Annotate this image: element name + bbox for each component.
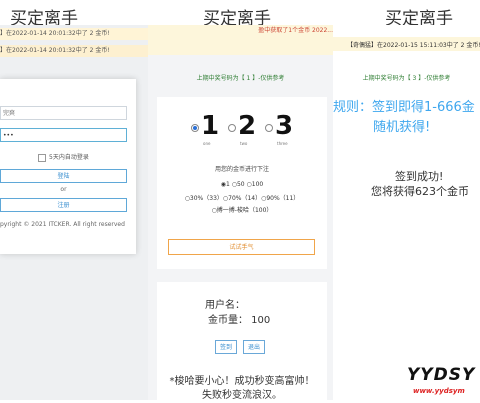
last-draw-info: 上期中奖号码为【 1 】-仅供参考	[196, 75, 285, 82]
remember-me-label: 5天内自动登录	[49, 154, 89, 161]
password-input[interactable]: •••	[0, 128, 127, 142]
all-in-option[interactable]: ○搏一搏-梭哈（100）	[157, 205, 327, 214]
radio-selected-icon[interactable]	[191, 124, 199, 132]
watermark: YYDSY www.yydsym	[405, 365, 480, 400]
login-screenshot: 】在2022-01-14 20:01:32中了 2 金币! 】在2022-01-…	[0, 25, 148, 400]
username-label: 用户名：	[205, 300, 245, 311]
warning-line: 失败秒变流浪汉。	[202, 390, 282, 401]
watermark-url: www.yydsym	[413, 387, 465, 395]
number-caption: one	[203, 141, 211, 146]
number-option-1[interactable]: 1 one	[191, 111, 227, 151]
number-digit: 3	[275, 111, 294, 141]
last-draw-info: 上期中奖号码为【 3 】-仅供参考	[362, 75, 451, 82]
warning-text: *梭哈要小心！成功秒变高富帅！ 失败秒变流浪汉。	[157, 375, 327, 403]
logout-button[interactable]: 退出	[243, 340, 265, 354]
bet-card: 1 one 2 two 3 three 用您的金币进行下注 ◉1 ○50 ○10…	[157, 97, 327, 269]
radio-icon[interactable]	[228, 124, 236, 132]
check-in-button[interactable]: 签到	[215, 340, 237, 354]
winner-notice: 】在2022-01-14 20:01:32中了 2 金币!	[0, 45, 148, 57]
winner-notice: 【奇偶猛】在2022-01-15 15:11:03中了 2 金币!	[347, 42, 480, 49]
radio-icon[interactable]	[265, 124, 273, 132]
betting-screenshot: 盈中获取了1个金币 2022... 上期中奖号码为【 1 】-仅供参考 1 on…	[148, 25, 333, 403]
copyright-text: pyright © 2021 ITCKER. All right reserve…	[0, 221, 125, 228]
winner-notice: 盈中获取了1个金币 2022...	[258, 27, 333, 34]
number-option-2[interactable]: 2 two	[228, 111, 264, 151]
rule-line: 随机获得!	[373, 120, 431, 135]
warning-line: *梭哈要小心！成功秒变高富帅！	[169, 376, 315, 387]
coins-awarded-text: 您将获得623个金币	[371, 185, 469, 198]
odds-options[interactable]: ○30%（33）○70%（14）○90%（11）	[157, 193, 327, 202]
try-luck-button[interactable]: 试试手气	[168, 239, 315, 255]
watermark-logo: YYDSY	[407, 365, 476, 385]
number-option-3[interactable]: 3 three	[265, 111, 301, 151]
user-card: 用户名： 金币量： 100 签到 退出 *梭哈要小心！成功秒变高富帅！ 失败秒变…	[157, 282, 327, 403]
rule-text: 规则：签到即得1-666金 随机获得!	[333, 98, 480, 138]
login-card: 完爽 ••• 5天内自动登录 登陆 or 注册 pyright © 2021 I…	[0, 79, 136, 254]
number-digit: 2	[238, 111, 257, 141]
remember-me-checkbox[interactable]: 5天内自动登录	[38, 152, 89, 162]
username-input[interactable]: 完爽	[0, 106, 127, 120]
login-button[interactable]: 登陆	[0, 169, 127, 183]
checkin-success-label: 签到成功!	[395, 170, 444, 183]
number-caption: two	[240, 141, 248, 146]
number-picker: 1 one 2 two 3 three	[191, 111, 301, 151]
notice-bar: 盈中获取了1个金币 2022...	[148, 25, 333, 55]
coin-balance: 金币量： 100	[208, 315, 271, 326]
or-separator: or	[60, 186, 67, 193]
number-caption: three	[277, 141, 288, 146]
checkbox-icon[interactable]	[38, 153, 46, 162]
bet-amount-options[interactable]: ◉1 ○50 ○100	[157, 181, 327, 188]
number-digit: 1	[201, 111, 220, 141]
bet-label: 用您的金币进行下注	[214, 166, 269, 173]
checkin-success-text: 签到成功!	[333, 168, 480, 184]
winner-notice: 】在2022-01-14 20:01:32中了 2 金币!	[0, 28, 148, 40]
rule-line: 规则：签到即得1-666金	[333, 100, 475, 115]
checkin-screenshot: 【奇偶猛】在2022-01-15 15:11:03中了 2 金币! 上期中奖号码…	[333, 25, 480, 400]
register-button[interactable]: 注册	[0, 198, 127, 212]
